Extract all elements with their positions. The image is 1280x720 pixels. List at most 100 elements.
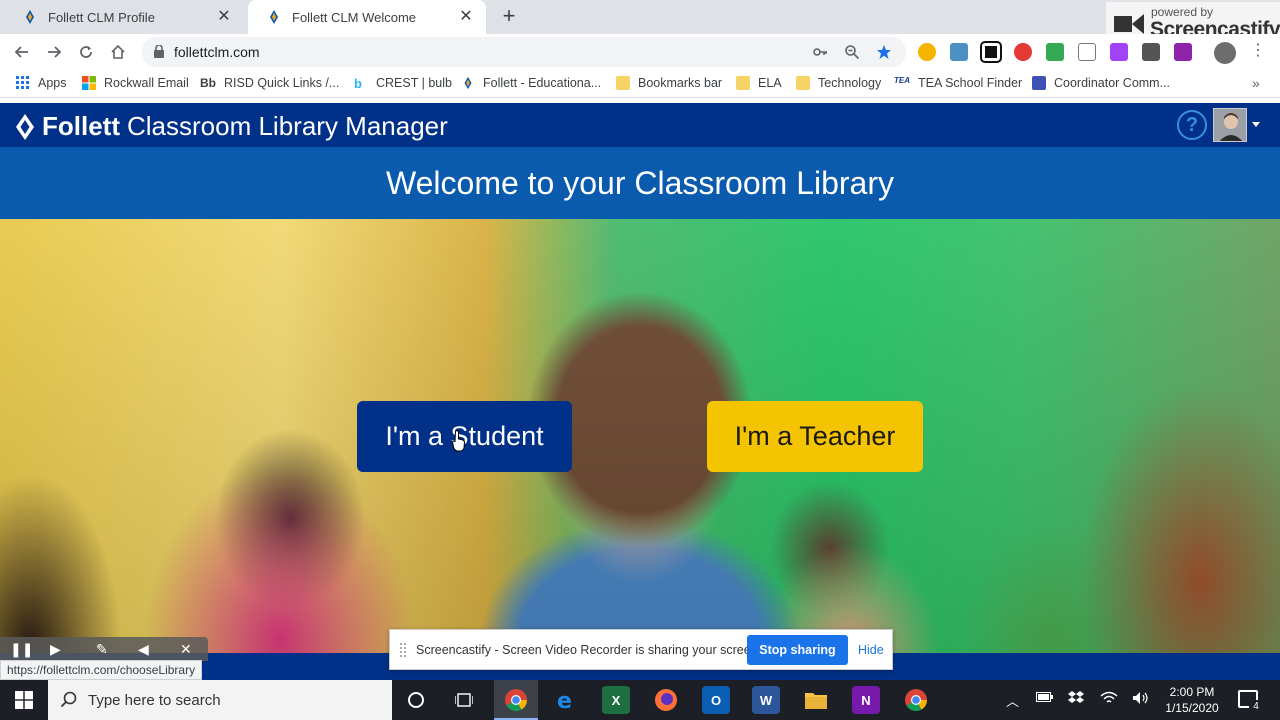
screencastify-controls: ❚❚ ▶ ✎ ◀ ✕: [0, 637, 208, 661]
bookmark-crest-bulb[interactable]: b CREST | bulb: [354, 76, 452, 91]
brand-name: Follett: [42, 111, 120, 141]
file-explorer-icon[interactable]: [802, 686, 830, 714]
forward-button[interactable]: [42, 40, 66, 64]
bookmark-label: ELA: [758, 76, 782, 90]
bookmarks-overflow-icon[interactable]: »: [1252, 75, 1260, 91]
home-button[interactable]: [106, 40, 130, 64]
bookmark-apps[interactable]: Apps: [16, 76, 67, 90]
folder-icon: [616, 76, 630, 90]
eraser-icon[interactable]: ◀: [138, 641, 149, 658]
bookmark-label: Technology: [818, 76, 882, 90]
user-avatar[interactable]: [1213, 108, 1247, 142]
extension-read-icon[interactable]: [950, 43, 968, 61]
forms-icon: [1032, 76, 1046, 90]
forward-arrow-icon: [48, 46, 62, 58]
page-title: Welcome to your Classroom Library: [385, 164, 894, 201]
bookmark-folder-ela[interactable]: ELA: [736, 76, 782, 90]
notification-count-badge: 4: [1249, 700, 1263, 714]
bookmark-star-icon[interactable]: [876, 44, 892, 60]
bookmark-folder-technology[interactable]: Technology: [796, 76, 881, 90]
bookmark-tea-school-finder[interactable]: TEA TEA School Finder: [894, 76, 1022, 90]
chrome-taskbar-button[interactable]: [494, 680, 538, 720]
close-tab-icon[interactable]: ✕: [216, 9, 232, 25]
excel-icon[interactable]: X: [602, 686, 630, 714]
tray-overflow-icon[interactable]: ︿: [1006, 691, 1019, 710]
bookmark-folder-bookmarks-bar[interactable]: Bookmarks bar: [616, 76, 722, 90]
bookmark-label: Rockwall Email: [104, 76, 189, 90]
help-icon[interactable]: ?: [1177, 110, 1207, 140]
new-tab-button[interactable]: +: [498, 5, 520, 28]
follett-favicon-icon: [22, 9, 38, 25]
start-button[interactable]: [0, 680, 48, 720]
back-arrow-icon: [14, 46, 28, 58]
battery-icon[interactable]: [1036, 691, 1054, 706]
welcome-banner: Welcome to your Classroom Library: [0, 147, 1280, 219]
outlook-icon[interactable]: O: [702, 686, 730, 714]
key-icon[interactable]: [812, 44, 828, 60]
hero-classroom-photo: I'm a Student I'm a Teacher: [0, 219, 1280, 653]
cortana-icon[interactable]: [402, 686, 430, 714]
hide-button[interactable]: Hide: [858, 643, 884, 657]
chrome-menu-icon[interactable]: ⋮: [1250, 43, 1266, 61]
task-view-icon[interactable]: [450, 686, 478, 714]
onenote-icon[interactable]: N: [852, 686, 880, 714]
profile-avatar-icon[interactable]: [1214, 42, 1236, 64]
bookmark-label: Follett - Educationa...: [483, 76, 602, 90]
extension-onoff-icon[interactable]: [918, 43, 936, 61]
zoom-icon[interactable]: [844, 44, 860, 60]
reload-icon: [80, 46, 92, 58]
blackboard-icon: Bb: [200, 76, 216, 90]
system-clock[interactable]: 2:00 PM 1/15/2020: [1160, 684, 1224, 716]
bulb-icon: b: [354, 76, 362, 91]
wifi-icon[interactable]: [1100, 691, 1118, 708]
bookmark-rockwall-email[interactable]: Rockwall Email: [82, 76, 189, 90]
bookmark-risd-quick-links[interactable]: Bb RISD Quick Links /...: [200, 76, 339, 90]
address-bar[interactable]: follettclm.com: [142, 37, 906, 67]
reload-button[interactable]: [74, 40, 98, 64]
search-placeholder: Type here to search: [88, 692, 221, 709]
chrome-icon[interactable]: [902, 686, 930, 714]
stop-sharing-button[interactable]: Stop sharing: [747, 635, 848, 665]
extension-screencastify-icon[interactable]: [1014, 43, 1032, 61]
bookmark-label: TEA School Finder: [918, 76, 1023, 90]
tab-follett-clm-profile[interactable]: Follett CLM Profile ✕: [4, 0, 244, 34]
follett-logo[interactable]: Follett Classroom Library Manager: [14, 111, 448, 142]
close-icon[interactable]: ✕: [180, 641, 192, 658]
play-icon[interactable]: ▶: [50, 641, 61, 658]
bookmark-follett-educational[interactable]: Follett - Educationa...: [461, 76, 601, 90]
tea-icon: TEA: [894, 76, 910, 85]
apps-grid-icon: [16, 76, 30, 90]
word-icon[interactable]: W: [752, 686, 780, 714]
bookmark-label: Bookmarks bar: [638, 76, 723, 90]
pen-icon[interactable]: ✎: [96, 641, 108, 658]
dropbox-icon[interactable]: [1068, 691, 1084, 708]
extension-pdf-icon[interactable]: [1142, 43, 1160, 61]
extension-green-icon[interactable]: [1046, 43, 1064, 61]
chrome-icon: [505, 689, 527, 711]
bookmark-label: Apps: [38, 76, 67, 90]
firefox-icon[interactable]: [652, 686, 680, 714]
clock-time: 2:00 PM: [1169, 685, 1215, 699]
extension-purple-icon[interactable]: [1110, 43, 1128, 61]
microsoft-icon: [82, 76, 96, 90]
extension-reader-icon[interactable]: [1078, 43, 1096, 61]
bookmark-coordinator-comm[interactable]: Coordinator Comm...: [1032, 76, 1170, 90]
close-tab-icon[interactable]: ✕: [458, 9, 474, 25]
edge-icon[interactable]: e: [552, 686, 580, 714]
hand-pointer-icon: [452, 430, 466, 452]
pause-icon[interactable]: ❚❚: [10, 641, 33, 658]
bookmark-label: CREST | bulb: [376, 76, 452, 90]
screen-sharing-notification: Screencastify - Screen Video Recorder is…: [389, 629, 893, 670]
lock-icon: [154, 45, 164, 58]
teacher-button[interactable]: I'm a Teacher: [707, 401, 923, 472]
back-button[interactable]: [10, 40, 34, 64]
extension-qr-icon[interactable]: [980, 41, 1002, 63]
browser-toolbar: follettclm.com ⋮: [0, 34, 1280, 70]
extension-rw-icon[interactable]: [1174, 43, 1192, 61]
drag-handle-icon[interactable]: [400, 643, 406, 657]
tab-follett-clm-welcome[interactable]: Follett CLM Welcome ✕: [248, 0, 486, 34]
volume-icon[interactable]: [1132, 691, 1150, 708]
taskbar-search-box[interactable]: Type here to search: [48, 680, 392, 720]
bookmark-label: RISD Quick Links /...: [224, 76, 340, 90]
chevron-down-icon[interactable]: [1252, 122, 1260, 127]
